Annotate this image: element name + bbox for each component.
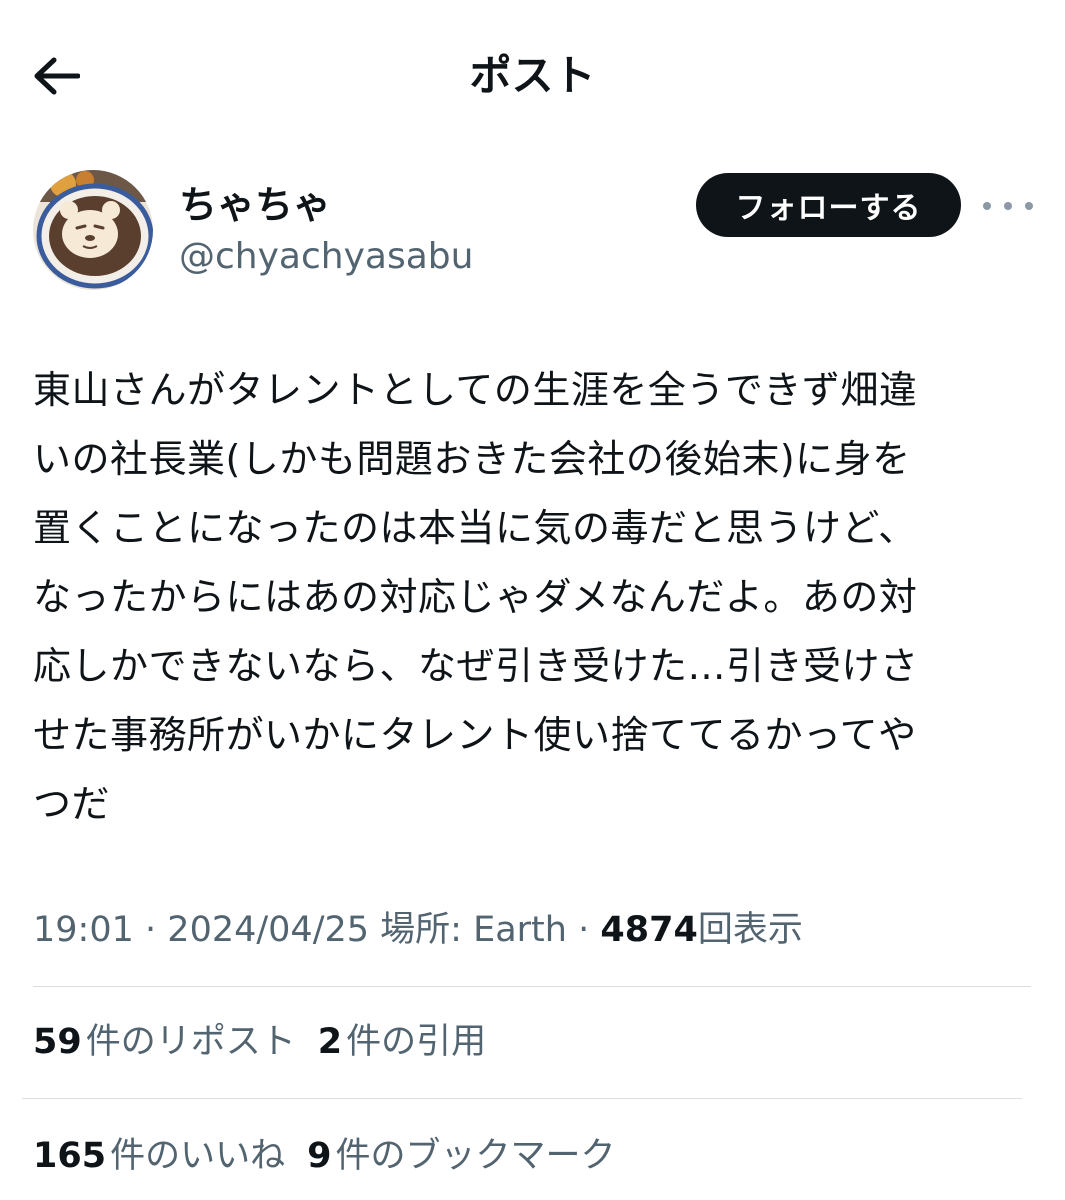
post-date[interactable]: 2024/04/25 (167, 910, 369, 950)
divider (22, 1098, 1022, 1099)
likes-stat[interactable]: 165 件のいいね (33, 1128, 285, 1184)
page-title: ポスト (469, 51, 596, 100)
quotes-stat[interactable]: 2 件の引用 (318, 1014, 486, 1070)
post-text-line: いの社長業(しかも問題おきた会社の後始末)に身を (33, 437, 911, 481)
avatar-image (33, 170, 153, 290)
follow-button[interactable]: フォローする (696, 173, 961, 237)
stats-row-likes: 165 件のいいね 9 件のブックマーク (33, 1128, 637, 1184)
views-count: 4874 (600, 910, 698, 950)
reposts-stat[interactable]: 59 件のリポスト (33, 1014, 296, 1070)
post-text-line: せた事務所がいかにタレント使い捨ててるかってや (33, 713, 917, 757)
bookmarks-stat[interactable]: 9 件のブックマーク (307, 1128, 615, 1184)
post-text-line: 東山さんがタレントとしての生涯を全うできず畑違 (33, 368, 918, 412)
user-handle[interactable]: @chyachyasabu (179, 232, 473, 282)
post-text-line: なったからにはあの対応じゃダメなんだよ。あの対 (33, 575, 918, 619)
more-options-button[interactable] (983, 184, 1033, 228)
meta-separator: · (578, 910, 590, 950)
likes-count: 165 (33, 1136, 107, 1176)
divider (33, 986, 1031, 987)
bookmarks-count: 9 (307, 1136, 332, 1176)
post-text: 東山さんがタレントとしての生涯を全うできず畑違 いの社長業(しかも問題おきた会社… (33, 356, 1043, 839)
more-horizontal-icon (1025, 202, 1033, 210)
display-name[interactable]: ちゃちゃ (179, 180, 331, 230)
post-meta: 19:01 · 2024/04/25 場所: Earth · 4874回表示 (33, 902, 803, 958)
quotes-count: 2 (317, 1022, 343, 1062)
header: ポスト (0, 0, 1065, 150)
author-row: ちゃちゃ @chyachyasabu フォローする (33, 170, 1033, 295)
views-label: 回表示 (697, 910, 803, 950)
post-time[interactable]: 19:01 (33, 910, 134, 950)
reposts-label: 件のリポスト (85, 1022, 296, 1062)
quotes-label: 件の引用 (346, 1022, 487, 1062)
avatar[interactable] (33, 170, 153, 290)
post-text-line: 置くことになったのは本当に気の毒だと思うけど、 (33, 506, 917, 550)
meta-separator: · (145, 910, 157, 950)
likes-label: 件のいいね (110, 1136, 286, 1176)
post-text-line: 応しかできないなら、なぜ引き受けた…引き受けさ (33, 644, 919, 688)
post-text-line: つだ (33, 782, 111, 826)
more-horizontal-icon (1004, 202, 1012, 210)
location-label: 場所: (380, 910, 462, 950)
location-value: Earth (473, 910, 567, 950)
stats-row-reposts: 59 件のリポスト 2 件の引用 (33, 1014, 508, 1070)
reposts-count: 59 (33, 1022, 82, 1062)
bookmarks-label: 件のブックマーク (335, 1136, 616, 1176)
more-horizontal-icon (983, 202, 991, 210)
